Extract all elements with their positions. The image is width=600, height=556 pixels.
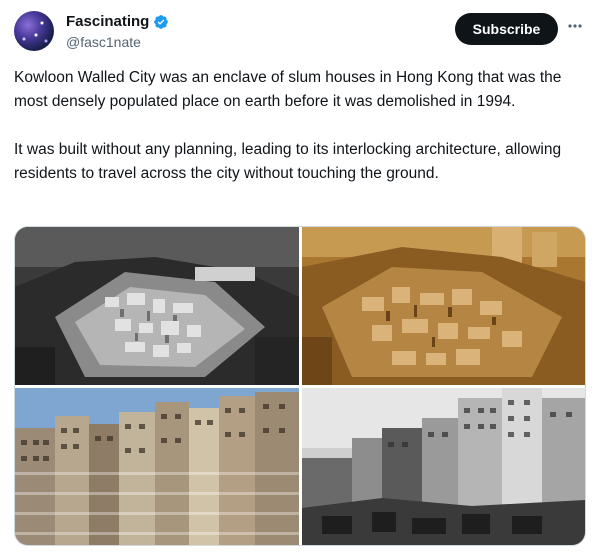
tweet-paragraph: It was built without any planning, leadi… xyxy=(14,141,562,182)
tweet-body: Kowloon Walled City was an enclave of sl… xyxy=(14,66,590,186)
photo-facades-color[interactable] xyxy=(15,388,299,545)
more-horizontal-icon[interactable] xyxy=(565,16,585,36)
subscribe-button[interactable]: Subscribe xyxy=(455,13,558,45)
media-grid xyxy=(14,226,586,546)
tweet-card: Fascinating @fasc1nate Subscribe Kowloon… xyxy=(0,0,600,556)
verified-badge-icon xyxy=(153,14,169,30)
author-avatar[interactable] xyxy=(14,11,54,51)
galaxy-avatar-icon xyxy=(14,11,54,51)
photo-aerial-sepia[interactable] xyxy=(302,227,585,385)
author-name-row: Fascinating xyxy=(66,13,169,30)
author-handle[interactable]: @fasc1nate xyxy=(66,34,141,50)
photo-street-bw[interactable] xyxy=(302,388,585,545)
tweet-paragraph: Kowloon Walled City was an enclave of sl… xyxy=(14,69,562,110)
photo-aerial-bw[interactable] xyxy=(15,227,299,385)
author-display-name[interactable]: Fascinating xyxy=(66,13,149,30)
